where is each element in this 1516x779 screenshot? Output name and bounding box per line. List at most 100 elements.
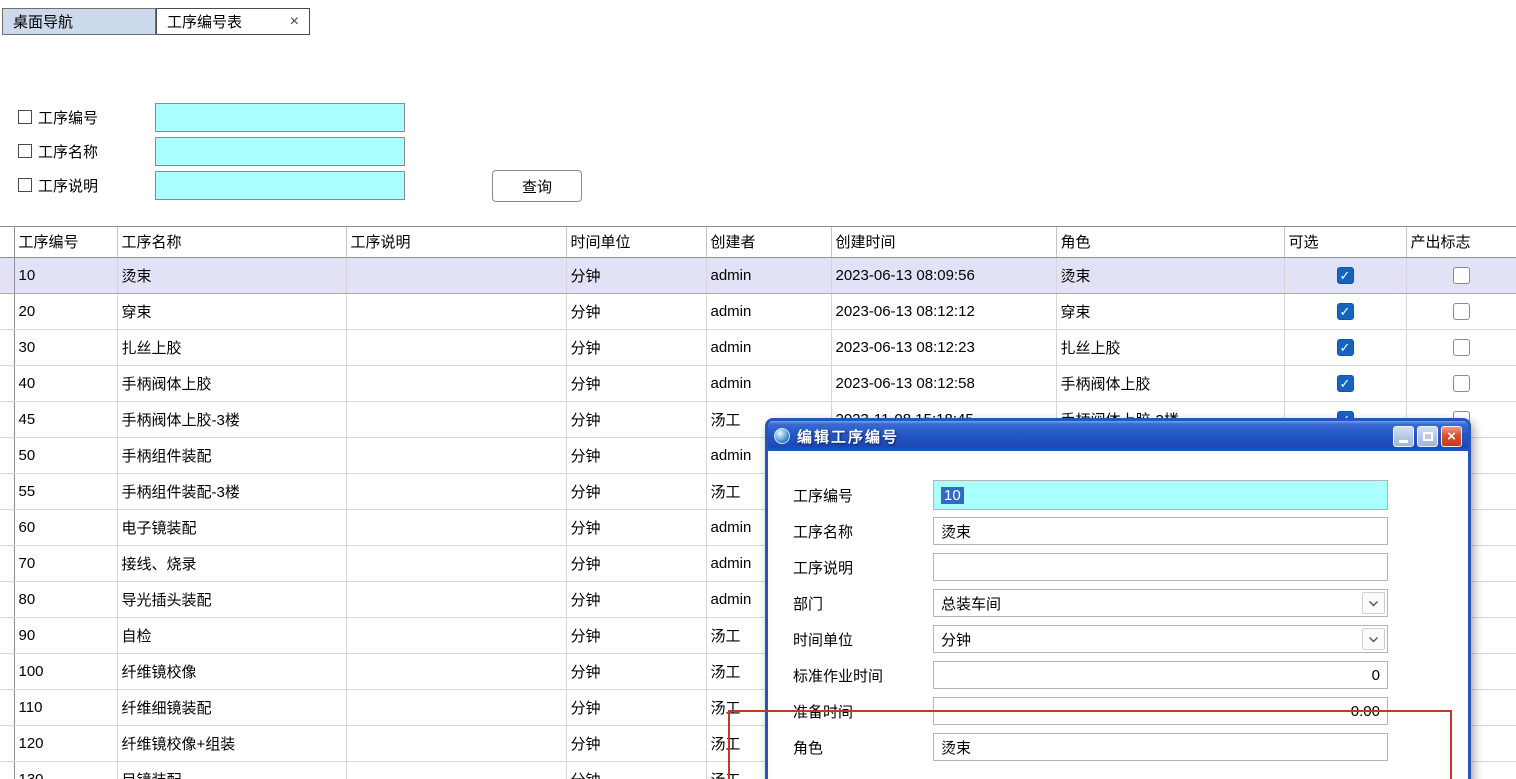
filter-input[interactable] — [155, 103, 405, 132]
cell-created-time: 2023-06-13 08:12:58 — [831, 365, 1056, 401]
table-row[interactable]: 20穿束分钟admin2023-06-13 08:12:12穿束✓ — [0, 293, 1516, 329]
dialog-title: 编辑工序编号 — [797, 426, 899, 447]
column-header[interactable]: 可选 — [1284, 227, 1406, 257]
filter-label: 工序编号 — [38, 107, 155, 128]
column-header[interactable]: 创建者 — [706, 227, 831, 257]
combo-value: 分钟 — [941, 629, 971, 650]
column-header[interactable]: 工序编号 — [14, 227, 117, 257]
cell-time-unit: 分钟 — [566, 293, 706, 329]
filter-checkbox[interactable] — [18, 110, 32, 124]
filter-checkbox[interactable] — [18, 144, 32, 158]
column-header[interactable]: 角色 — [1056, 227, 1284, 257]
row-gutter — [0, 365, 14, 401]
cell-created-time: 2023-06-13 08:09:56 — [831, 257, 1056, 293]
cell-role: 穿束 — [1056, 293, 1284, 329]
dialog-field-number[interactable]: 0 — [933, 661, 1388, 689]
cell-process-desc — [346, 365, 566, 401]
cell-time-unit: 分钟 — [566, 401, 706, 437]
row-gutter — [0, 293, 14, 329]
filter-input[interactable] — [155, 137, 405, 166]
dialog-field-label: 角色 — [793, 737, 933, 758]
filter-checkbox[interactable] — [18, 178, 32, 192]
dialog-field-combo[interactable]: 分钟 — [933, 625, 1388, 653]
dialog-field-number[interactable]: 0.00 — [933, 697, 1388, 725]
checkbox-checked-icon[interactable]: ✓ — [1337, 267, 1354, 284]
tab-label: 桌面导航 — [13, 11, 73, 32]
chevron-down-icon[interactable] — [1362, 628, 1385, 650]
cell-process-id: 100 — [14, 653, 117, 689]
cell-process-name: 手柄组件装配 — [117, 437, 346, 473]
column-header[interactable]: 工序说明 — [346, 227, 566, 257]
dialog-field-text[interactable]: 烫束 — [933, 733, 1388, 761]
column-header[interactable]: 产出标志 — [1406, 227, 1516, 257]
dialog-globe-icon — [774, 428, 790, 444]
cell-process-id: 10 — [14, 257, 117, 293]
cell-process-name: 手柄阀体上胶 — [117, 365, 346, 401]
cell-time-unit: 分钟 — [566, 617, 706, 653]
cell-time-unit: 分钟 — [566, 329, 706, 365]
cell-role: 手柄阀体上胶 — [1056, 365, 1284, 401]
close-button[interactable]: × — [1441, 426, 1462, 447]
cell-process-desc — [346, 509, 566, 545]
cell-process-desc — [346, 689, 566, 725]
cell-output-flag — [1406, 257, 1516, 293]
maximize-button[interactable] — [1417, 426, 1438, 447]
cell-time-unit: 分钟 — [566, 653, 706, 689]
dialog-field-text[interactable]: 烫束 — [933, 517, 1388, 545]
cell-process-id: 130 — [14, 761, 117, 779]
cell-process-desc — [346, 293, 566, 329]
row-gutter — [0, 545, 14, 581]
cell-process-desc — [346, 257, 566, 293]
filter-row: 工序名称 — [18, 136, 405, 166]
cell-time-unit: 分钟 — [566, 761, 706, 779]
cell-process-id: 50 — [14, 437, 117, 473]
table-row[interactable]: 10烫束分钟admin2023-06-13 08:09:56烫束✓ — [0, 257, 1516, 293]
tab-process-number-table[interactable]: 工序编号表 × — [156, 8, 310, 35]
cell-process-desc — [346, 725, 566, 761]
row-gutter — [0, 401, 14, 437]
dialog-field-text-selected[interactable]: 10 — [933, 480, 1388, 510]
column-header[interactable]: 时间单位 — [566, 227, 706, 257]
checkbox-unchecked-icon[interactable] — [1453, 303, 1470, 320]
query-button[interactable]: 查询 — [492, 170, 582, 202]
dialog-titlebar[interactable]: 编辑工序编号 × — [768, 421, 1468, 451]
minimize-button[interactable] — [1393, 426, 1414, 447]
cell-role: 烫束 — [1056, 257, 1284, 293]
filter-label: 工序名称 — [38, 141, 155, 162]
cell-process-desc — [346, 545, 566, 581]
checkbox-unchecked-icon[interactable] — [1453, 267, 1470, 284]
checkbox-unchecked-icon[interactable] — [1453, 375, 1470, 392]
header-gutter — [0, 227, 14, 257]
row-gutter — [0, 257, 14, 293]
filter-row: 工序说明 — [18, 170, 405, 200]
column-header[interactable]: 创建时间 — [831, 227, 1056, 257]
cell-process-name: 纤维镜校像+组装 — [117, 725, 346, 761]
checkbox-checked-icon[interactable]: ✓ — [1337, 339, 1354, 356]
cell-creator: admin — [706, 293, 831, 329]
cell-created-time: 2023-06-13 08:12:23 — [831, 329, 1056, 365]
tab-desktop-navigation[interactable]: 桌面导航 — [2, 8, 156, 35]
cell-selectable: ✓ — [1284, 365, 1406, 401]
cell-process-name: 穿束 — [117, 293, 346, 329]
cell-process-id: 80 — [14, 581, 117, 617]
cell-output-flag — [1406, 293, 1516, 329]
chevron-down-icon[interactable] — [1362, 592, 1385, 614]
checkbox-checked-icon[interactable]: ✓ — [1337, 375, 1354, 392]
combo-value: 总装车间 — [941, 593, 1001, 614]
dialog-field-text[interactable] — [933, 553, 1388, 581]
cell-process-id: 120 — [14, 725, 117, 761]
row-gutter — [0, 581, 14, 617]
checkbox-checked-icon[interactable]: ✓ — [1337, 303, 1354, 320]
column-header[interactable]: 工序名称 — [117, 227, 346, 257]
cell-process-desc — [346, 581, 566, 617]
table-row[interactable]: 30扎丝上胶分钟admin2023-06-13 08:12:23扎丝上胶✓ — [0, 329, 1516, 365]
cell-time-unit: 分钟 — [566, 689, 706, 725]
cell-process-desc — [346, 617, 566, 653]
table-row[interactable]: 40手柄阀体上胶分钟admin2023-06-13 08:12:58手柄阀体上胶… — [0, 365, 1516, 401]
tab-close-icon[interactable]: × — [290, 14, 299, 30]
row-gutter — [0, 473, 14, 509]
filter-input[interactable] — [155, 171, 405, 200]
cell-process-name: 手柄阀体上胶-3楼 — [117, 401, 346, 437]
checkbox-unchecked-icon[interactable] — [1453, 339, 1470, 356]
dialog-field-combo[interactable]: 总装车间 — [933, 589, 1388, 617]
